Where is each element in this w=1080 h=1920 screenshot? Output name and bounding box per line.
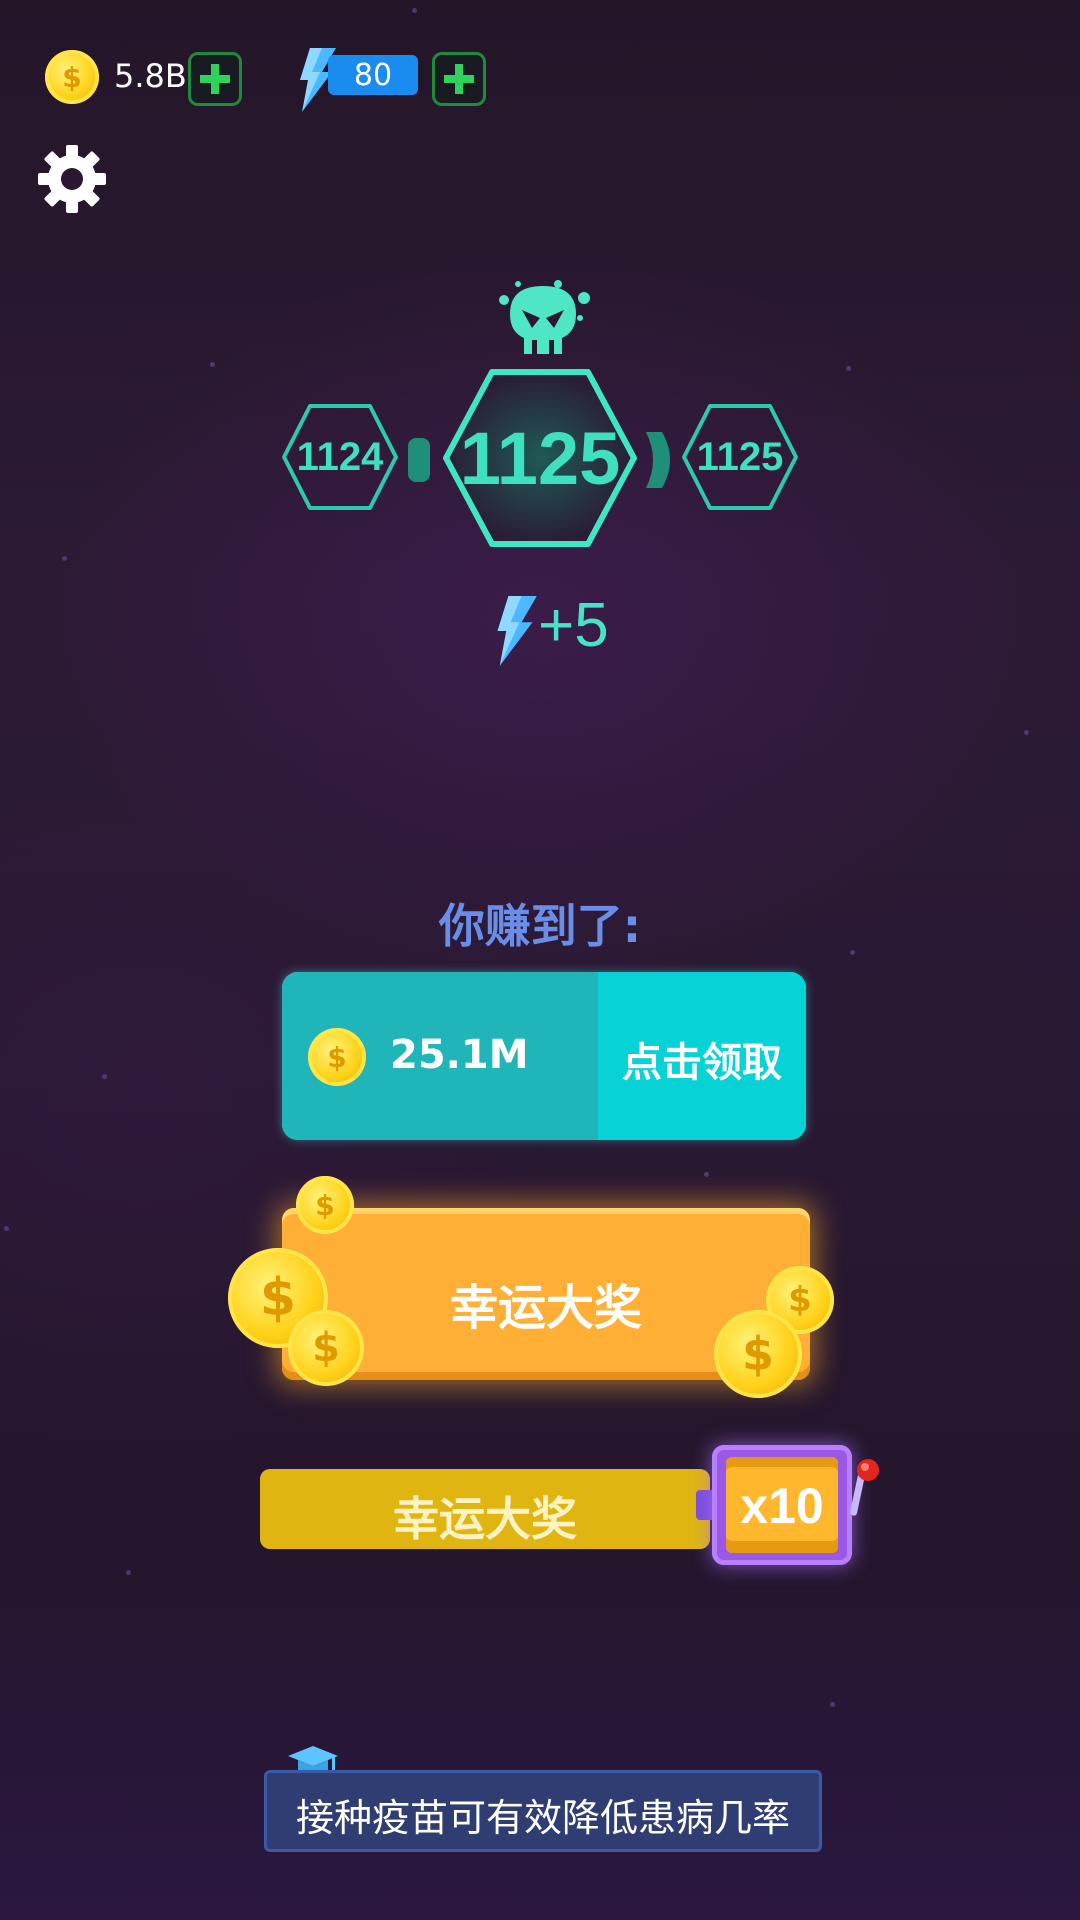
- claim-reward-button[interactable]: $ 25.1M 点击领取: [282, 972, 806, 1140]
- coin-icon: $: [308, 1028, 366, 1086]
- slot-reel: x10: [726, 1457, 838, 1553]
- star: [830, 1702, 835, 1707]
- earned-title: 你赚到了:: [438, 899, 642, 953]
- coin-icon: $: [45, 50, 99, 104]
- star: [704, 1172, 709, 1177]
- coin-balance: 5.8B: [114, 57, 187, 95]
- lightning-icon: [497, 596, 537, 666]
- energy-reward: +5: [538, 591, 609, 660]
- star: [846, 366, 851, 371]
- star: [102, 1074, 107, 1079]
- energy-balance: 80: [328, 55, 418, 95]
- next-level: 1125: [696, 434, 784, 479]
- tip-banner: 接种疫苗可有效降低患病几率: [264, 1770, 822, 1852]
- tip-text: 接种疫苗可有效降低患病几率: [295, 1796, 790, 1840]
- previous-level: 1124: [296, 434, 384, 479]
- add-energy-button[interactable]: [432, 52, 486, 106]
- earned-amount: 25.1M: [390, 1032, 529, 1078]
- star: [1024, 730, 1029, 735]
- plus-icon: [200, 64, 230, 94]
- game-screen: $ 5.8B 80 1124 1125 1125 +5 你赚到了: $ 25.1…: [0, 0, 1080, 1920]
- slot-lucky-label: 幸运大奖: [393, 1492, 577, 1546]
- coin-icon: $: [714, 1310, 802, 1398]
- plus-icon: [444, 64, 474, 94]
- slot-multiplier: x10: [740, 1478, 824, 1534]
- star: [126, 1570, 131, 1575]
- slot-lucky-button[interactable]: 幸运大奖: [260, 1469, 710, 1549]
- current-level: 1125: [459, 416, 621, 500]
- lever-icon: [850, 1459, 879, 1516]
- claim-label-panel: 点击领取: [598, 972, 806, 1140]
- coin-icon: $: [288, 1310, 364, 1386]
- coin-icon: $: [296, 1176, 354, 1234]
- add-coins-button[interactable]: [188, 52, 242, 106]
- gear-icon[interactable]: [38, 145, 106, 213]
- chevron-right-icon: [646, 432, 670, 488]
- progress-connector: [408, 438, 430, 482]
- star: [210, 362, 215, 367]
- slot-machine[interactable]: x10: [712, 1445, 852, 1565]
- star: [4, 1226, 9, 1231]
- skull-icon: [499, 280, 590, 354]
- claim-label: 点击领取: [622, 1040, 782, 1086]
- claim-amount-panel: $ 25.1M: [282, 972, 598, 1140]
- star: [412, 8, 417, 13]
- star: [62, 556, 67, 561]
